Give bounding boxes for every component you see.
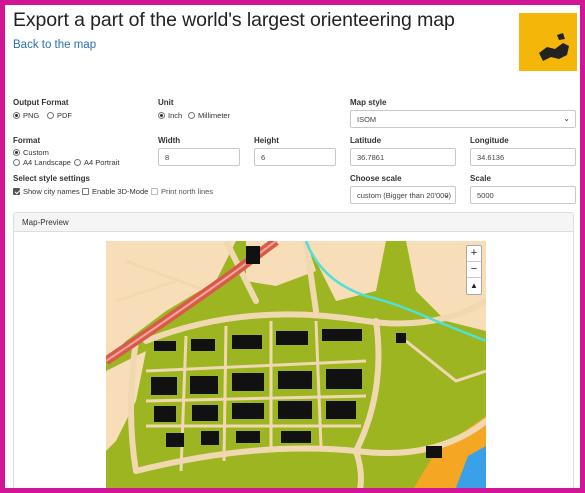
height-input[interactable]: 6 xyxy=(254,148,336,166)
option-label: Millimeter xyxy=(198,111,231,120)
choose-scale-label: Choose scale xyxy=(350,174,402,183)
chevron-down-icon: ⌄ xyxy=(563,114,570,123)
orienteering-map xyxy=(106,241,486,488)
latitude-label: Latitude xyxy=(350,136,382,145)
output-format-pdf-radio[interactable]: PDF xyxy=(47,111,72,120)
checkbox-unchecked xyxy=(151,188,158,195)
reset-north-button[interactable]: ▲ xyxy=(467,278,481,294)
width-input[interactable]: 8 xyxy=(158,148,240,166)
print-north-lines-checkbox[interactable]: Print north lines xyxy=(151,187,213,196)
radio-unselected xyxy=(47,112,54,119)
output-format-png-radio[interactable]: PNG xyxy=(13,111,39,120)
format-label: Format xyxy=(13,136,41,145)
longitude-label: Longitude xyxy=(470,136,509,145)
option-label: Enable 3D-Mode xyxy=(92,187,149,196)
enable-3d-checkbox[interactable]: Enable 3D-Mode xyxy=(82,187,148,196)
choose-scale-value: custom (Bigger than 20'000) xyxy=(357,191,451,200)
option-label: PNG xyxy=(23,111,40,120)
radio-selected xyxy=(13,112,20,119)
zoom-control: + − ▲ xyxy=(466,245,482,295)
radio-selected xyxy=(13,149,20,156)
width-label: Width xyxy=(158,136,181,145)
zoom-in-button[interactable]: + xyxy=(467,246,481,262)
scale-label: Scale xyxy=(470,174,491,183)
option-label: A4 Portrait xyxy=(84,158,120,167)
radio-unselected xyxy=(13,159,20,166)
option-label: Custom xyxy=(23,148,49,157)
choose-scale-select[interactable]: custom (Bigger than 20'000) ⌄ xyxy=(350,186,456,204)
format-custom-radio[interactable]: Custom xyxy=(13,148,49,157)
radio-unselected xyxy=(74,159,81,166)
option-label: PDF xyxy=(57,111,72,120)
page-title: Export a part of the world's largest ori… xyxy=(13,9,455,31)
output-format-label: Output Format xyxy=(13,98,69,107)
map-preview-panel: Map-Preview + − ▲ xyxy=(13,212,574,488)
checkbox-unchecked xyxy=(82,188,89,195)
latitude-input[interactable]: 36.7861 xyxy=(350,148,456,166)
option-label: Print north lines xyxy=(161,187,214,196)
map-style-label: Map style xyxy=(350,98,387,107)
unit-millimeter-radio[interactable]: Millimeter xyxy=(188,111,230,120)
style-settings-label: Select style settings xyxy=(13,174,90,183)
height-label: Height xyxy=(254,136,279,145)
logo-map-icon xyxy=(539,33,569,61)
radio-selected xyxy=(158,112,165,119)
show-city-names-checkbox[interactable]: Show city names xyxy=(13,187,80,196)
option-label: Show city names xyxy=(23,187,80,196)
map-style-select[interactable]: ISOM ⌄ xyxy=(350,110,576,128)
back-to-map-link[interactable]: Back to the map xyxy=(13,39,96,51)
checkbox-checked xyxy=(13,188,20,195)
map-style-value: ISOM xyxy=(357,115,377,124)
format-a4-portrait-radio[interactable]: A4 Portrait xyxy=(74,158,119,167)
option-label: A4 Landscape xyxy=(23,158,71,167)
map-preview[interactable]: + − ▲ xyxy=(106,241,486,488)
option-label: Inch xyxy=(168,111,183,120)
page-frame: Export a part of the world's largest ori… xyxy=(5,5,580,488)
chevron-down-icon: ⌄ xyxy=(443,190,450,199)
logo xyxy=(519,13,577,71)
zoom-out-button[interactable]: − xyxy=(467,262,481,278)
radio-unselected xyxy=(188,112,195,119)
map-preview-heading: Map-Preview xyxy=(14,213,573,232)
longitude-input[interactable]: 34.6136 xyxy=(470,148,576,166)
scale-input[interactable]: 5000 xyxy=(470,186,576,204)
unit-label: Unit xyxy=(158,98,174,107)
format-a4-landscape-radio[interactable]: A4 Landscape xyxy=(13,158,71,167)
unit-inch-radio[interactable]: Inch xyxy=(158,111,182,120)
